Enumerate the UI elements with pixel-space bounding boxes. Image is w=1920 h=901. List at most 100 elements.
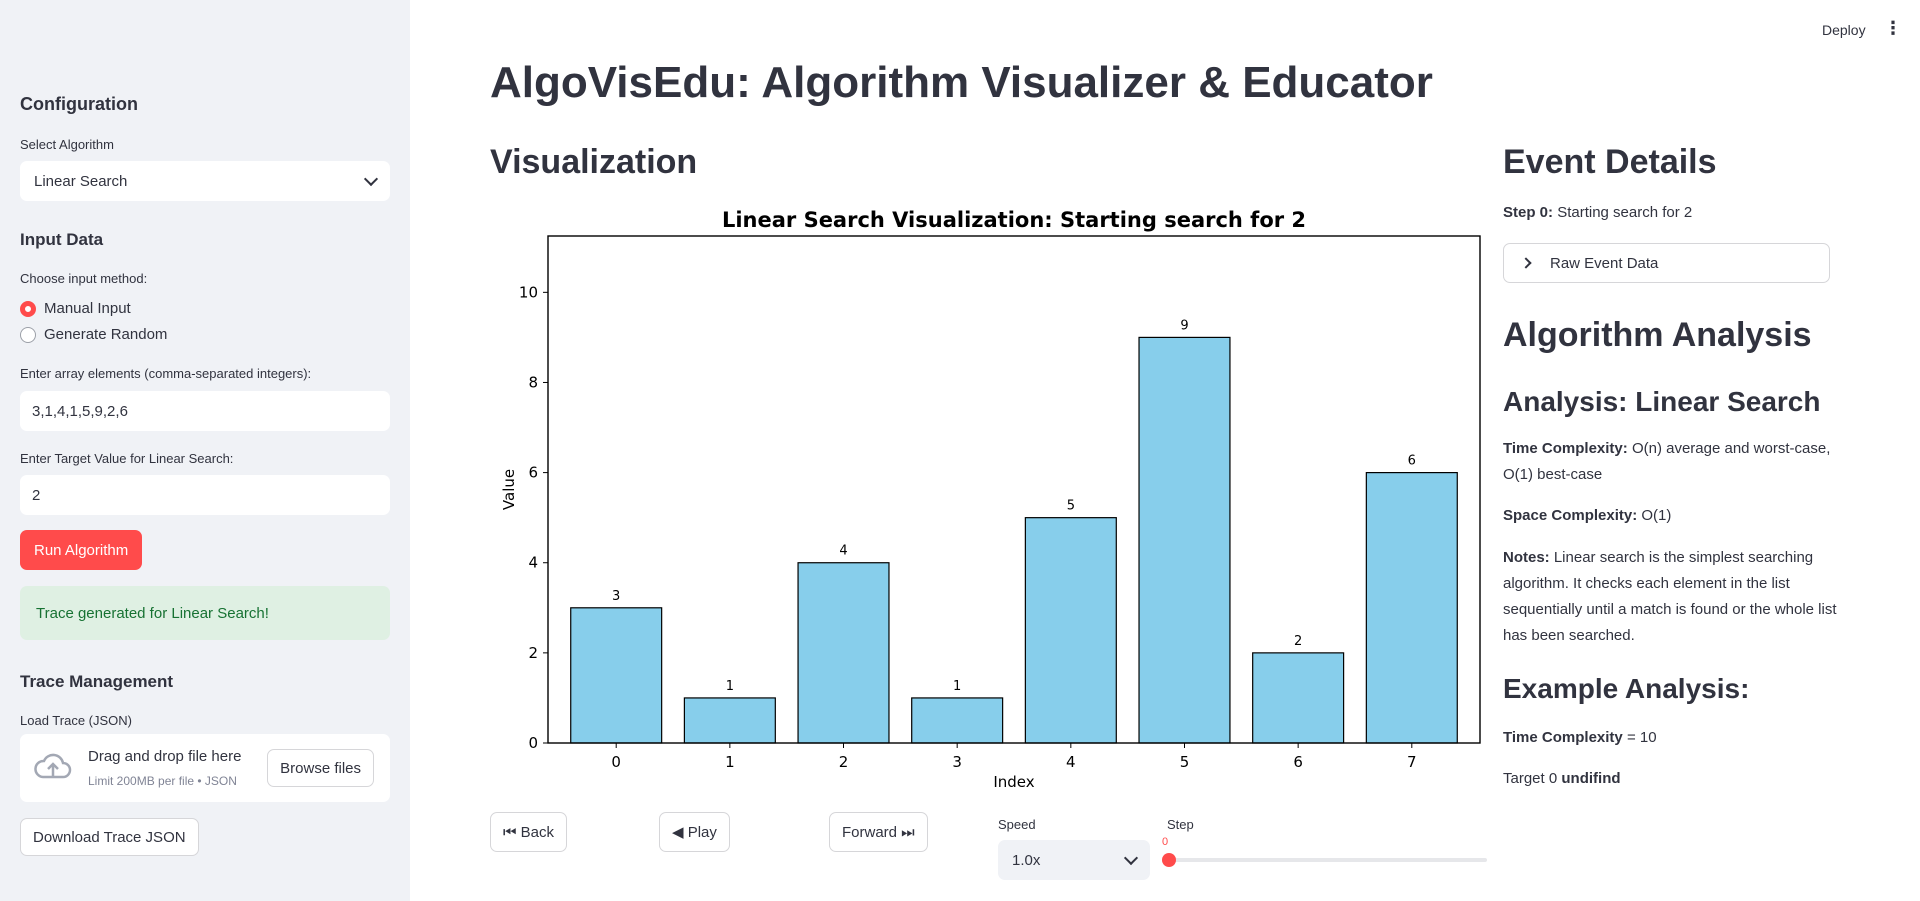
raw-event-data-expander[interactable]: Raw Event Data: [1503, 243, 1830, 283]
y-tick-label: 0: [528, 734, 538, 752]
back-button[interactable]: ⏮ Back: [490, 812, 568, 852]
browse-files-button[interactable]: Browse files: [267, 749, 374, 787]
algorithm-select[interactable]: Linear Search: [20, 161, 390, 201]
cloud-upload-icon: [34, 753, 72, 779]
download-trace-button[interactable]: Download Trace JSON: [20, 818, 199, 856]
deploy-button[interactable]: Deploy: [1822, 22, 1866, 38]
bar-value-label: 3: [612, 589, 620, 604]
chart-bar: [570, 607, 663, 744]
time-complexity-text: Time Complexity: O(n) average and worst-…: [1503, 436, 1843, 488]
x-tick-label: 7: [1407, 753, 1417, 771]
bar-value-label: 2: [1294, 634, 1302, 649]
select-algorithm-label: Select Algorithm: [20, 137, 114, 152]
event-step-label: Step 0:: [1503, 204, 1554, 221]
step-label: Step: [1167, 817, 1194, 832]
upload-limit: Limit 200MB per file • JSON: [88, 774, 237, 788]
radio-manual-input[interactable]: Manual Input: [20, 300, 131, 317]
chart-bar: [1365, 472, 1458, 744]
target-input-label: Enter Target Value for Linear Search:: [20, 451, 234, 466]
bar-value-label: 6: [1408, 454, 1416, 469]
x-tick-label: 2: [839, 753, 849, 771]
analysis-subheading: Analysis: Linear Search: [1503, 386, 1821, 417]
success-alert: Trace generated for Linear Search!: [20, 586, 390, 640]
y-tick-label: 4: [528, 554, 538, 572]
algorithm-select-value: Linear Search: [34, 172, 128, 190]
example-target-value: undifind: [1561, 770, 1621, 787]
step-slider-value: 0: [1162, 836, 1169, 848]
array-input[interactable]: 3,1,4,1,5,9,2,6: [20, 391, 390, 431]
chart-bar: [1024, 517, 1117, 744]
y-axis-label: Value: [500, 469, 518, 510]
x-tick-label: 1: [725, 753, 735, 771]
example-target-label: Target 0: [1503, 770, 1558, 787]
x-tick-label: 3: [952, 753, 962, 771]
chart-bar: [683, 697, 776, 744]
x-tick-label: 6: [1293, 753, 1303, 771]
raw-event-data-label: Raw Event Data: [1550, 254, 1659, 272]
example-time-value: = 10: [1626, 729, 1657, 746]
radio-selected-icon: [20, 300, 36, 317]
y-tick-label: 2: [528, 644, 538, 662]
kebab-menu-icon[interactable]: ⋮: [1884, 18, 1902, 38]
chevron-right-icon: [1520, 257, 1532, 269]
event-details-heading: Event Details: [1503, 143, 1717, 181]
notes-value: Linear search is the simplest searching …: [1503, 549, 1837, 644]
notes-text: Notes: Linear search is the simplest sea…: [1503, 545, 1843, 649]
step-slider-handle[interactable]: [1162, 853, 1176, 867]
x-tick-label: 0: [611, 753, 621, 771]
space-complexity-label: Space Complexity:: [1503, 507, 1638, 524]
array-input-label: Enter array elements (comma-separated in…: [20, 366, 312, 381]
step-slider-track[interactable]: [1167, 858, 1487, 862]
upload-title: Drag and drop file here: [88, 748, 242, 765]
chart-bar: [1252, 652, 1345, 744]
example-time-label: Time Complexity: [1503, 729, 1623, 746]
x-tick-label: 5: [1180, 753, 1190, 771]
input-data-heading: Input Data: [20, 230, 104, 249]
chart-title: Linear Search Visualization: Starting se…: [722, 208, 1306, 232]
bar-value-label: 9: [1180, 318, 1188, 333]
bar-value-label: 5: [1067, 499, 1075, 514]
speed-select-value: 1.0x: [1012, 851, 1041, 869]
y-tick-label: 6: [528, 464, 538, 482]
radio-generate-random[interactable]: Generate Random: [20, 326, 167, 343]
time-complexity-label: Time Complexity:: [1503, 440, 1628, 457]
chevron-down-icon: [363, 171, 379, 186]
bar-value-label: 1: [726, 679, 734, 694]
space-complexity-value: O(1): [1641, 507, 1672, 524]
sidebar: Configuration Select Algorithm Linear Se…: [0, 0, 410, 901]
config-heading: Configuration: [20, 94, 138, 114]
chart-bar: [797, 562, 890, 744]
speed-label: Speed: [998, 817, 1036, 832]
x-tick-label: 4: [1066, 753, 1076, 771]
target-input[interactable]: 2: [20, 475, 390, 515]
event-step-description: Starting search for 2: [1557, 204, 1693, 221]
chart-bar: [911, 697, 1004, 744]
visualization-heading: Visualization: [490, 143, 698, 181]
example-analysis-heading: Example Analysis:: [1503, 673, 1750, 704]
bar-value-label: 1: [953, 679, 961, 694]
x-axis-label: Index: [993, 773, 1034, 791]
bar-value-label: 4: [839, 544, 847, 559]
play-button[interactable]: ◀ Play: [659, 812, 730, 852]
event-step-text: Step 0: Starting search for 2: [1503, 200, 1692, 226]
run-algorithm-button[interactable]: Run Algorithm: [20, 530, 143, 570]
trace-management-heading: Trace Management: [20, 672, 174, 691]
input-method-label: Choose input method:: [20, 271, 148, 286]
example-time-complexity: Time Complexity = 10: [1503, 725, 1657, 751]
chevron-down-icon: [1123, 850, 1139, 865]
radio-generate-random-label: Generate Random: [44, 326, 168, 343]
load-trace-label: Load Trace (JSON): [20, 713, 132, 728]
forward-button[interactable]: Forward ⏭: [829, 812, 928, 852]
page-title: AlgoVisEdu: Algorithm Visualizer & Educa…: [490, 58, 1433, 107]
example-target-text: Target 0 undifind: [1503, 766, 1621, 792]
radio-unselected-icon: [20, 326, 36, 343]
speed-select[interactable]: 1.0x: [998, 840, 1150, 880]
algorithm-analysis-heading: Algorithm Analysis: [1503, 316, 1812, 354]
notes-label: Notes:: [1503, 549, 1550, 566]
chart-bar: [1138, 336, 1231, 744]
file-uploader[interactable]: Drag and drop file here Limit 200MB per …: [20, 734, 390, 802]
bar-chart: Linear Search Visualization: Starting se…: [500, 208, 1481, 791]
y-tick-label: 8: [528, 373, 538, 391]
y-tick-label: 10: [519, 283, 538, 301]
radio-manual-input-label: Manual Input: [44, 300, 131, 317]
